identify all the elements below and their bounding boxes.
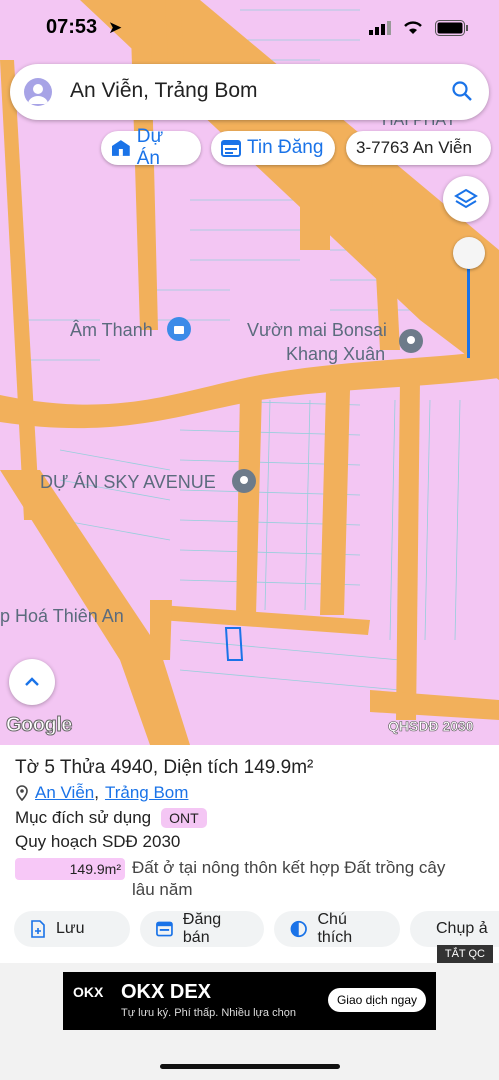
location-arrow-icon: ➤ [108,18,123,37]
avatar[interactable] [24,78,52,106]
home-indicator[interactable] [160,1064,340,1069]
opacity-slider-knob[interactable] [453,237,485,269]
shopping-pin-icon[interactable] [166,316,192,342]
location-pin-icon [16,785,28,801]
calendar-icon [156,921,173,937]
plan-area-badge: 149.9m² [15,858,125,880]
ad-title: OKX DEX [121,981,212,1003]
parcel-title: Tờ 5 Thửa 4940, Diện tích 149.9m² [15,757,314,778]
status-time: 07:53 [46,16,98,38]
map-label-sky-avenue[interactable]: DỰ ÁN SKY AVENUE [40,472,216,493]
add-file-icon [31,920,45,938]
screenshot-label: Chụp ả [436,920,488,937]
ad-subtitle: Tự lưu ký. Phí thấp. Nhiều lựa chọn [121,1007,296,1019]
ad-cta-button[interactable]: Giao dịch ngay [327,988,426,1012]
map-label-vuon-mai[interactable]: Vườn mai Bonsai [247,320,387,341]
parcel-location: An Viễn, Trảng Bom [15,783,188,803]
ward-link[interactable]: An Viễn [35,783,94,803]
map-label-thien-an[interactable]: p Hoá Thiên An [0,606,124,627]
chip-du-an[interactable]: Dự Án [101,126,201,169]
expand-panel-button[interactable] [9,659,55,705]
battery-icon [435,20,468,36]
chevron-up-icon [25,677,39,686]
chip-label: Dự Án [136,126,164,169]
purpose-label: Mục đích sử dụng [15,808,152,827]
purpose-code-badge: ONT [161,808,207,828]
opacity-slider-track[interactable] [467,255,470,358]
location-separator: , [94,783,99,802]
place-pin-icon[interactable] [231,468,257,494]
purpose-row: Mục đích sử dụng ONT [15,808,207,828]
chip-label: Tin Đăng [247,137,324,158]
layer-code-label: QHSDĐ 2030 [388,718,474,735]
okx-logo: OKX [73,984,104,1000]
wifi-icon [404,21,422,34]
plan-description: Đất ở tại nông thôn kết hợp Đất trồng câ… [132,858,446,899]
status-bar: 07:53 ➤ [0,0,499,56]
signal-icon [369,21,391,35]
plan-label: Quy hoạch SDĐ 2030 [15,832,181,851]
legend-button[interactable]: Chú thích [274,911,400,947]
parcel-info-panel: Tờ 5 Thửa 4940, Diện tích 149.9m² An Viễ… [0,745,499,963]
layers-button[interactable] [443,176,489,222]
district-link[interactable]: Trảng Bom [105,783,188,803]
layers-icon [454,188,478,209]
save-button[interactable]: Lưu [14,911,130,947]
search-icon[interactable] [451,80,473,102]
legend-label: Chú thích [317,911,353,946]
contrast-icon [290,920,307,938]
map-label-khang-xuan[interactable]: Khang Xuân [286,344,385,365]
google-logo: Google [6,714,73,737]
search-bar[interactable]: An Viễn, Trảng Bom [10,64,489,120]
post-sale-button[interactable]: Đăng bán [140,911,264,947]
building-icon [111,140,130,156]
screenshot-button[interactable]: Chụp ả [410,911,499,947]
close-ad-button[interactable]: TẮT QC [436,945,493,963]
calendar-icon [221,140,241,157]
save-label: Lưu [56,920,85,937]
chip-tin-dang[interactable]: Tin Đăng [211,131,335,165]
post-sale-label: Đăng bán [182,911,222,946]
chip-parcel-ref[interactable]: 3-7763 An Viễn [346,131,491,165]
place-pin-icon[interactable] [398,328,424,354]
search-query[interactable]: An Viễn, Trảng Bom [70,79,258,103]
chip-label: 3-7763 An Viễn [356,138,472,157]
ad-banner[interactable]: OKX OKX DEX Tự lưu ký. Phí thấp. Nhiều l… [63,972,436,1030]
map-label-am-thanh[interactable]: Âm Thanh [70,320,153,341]
